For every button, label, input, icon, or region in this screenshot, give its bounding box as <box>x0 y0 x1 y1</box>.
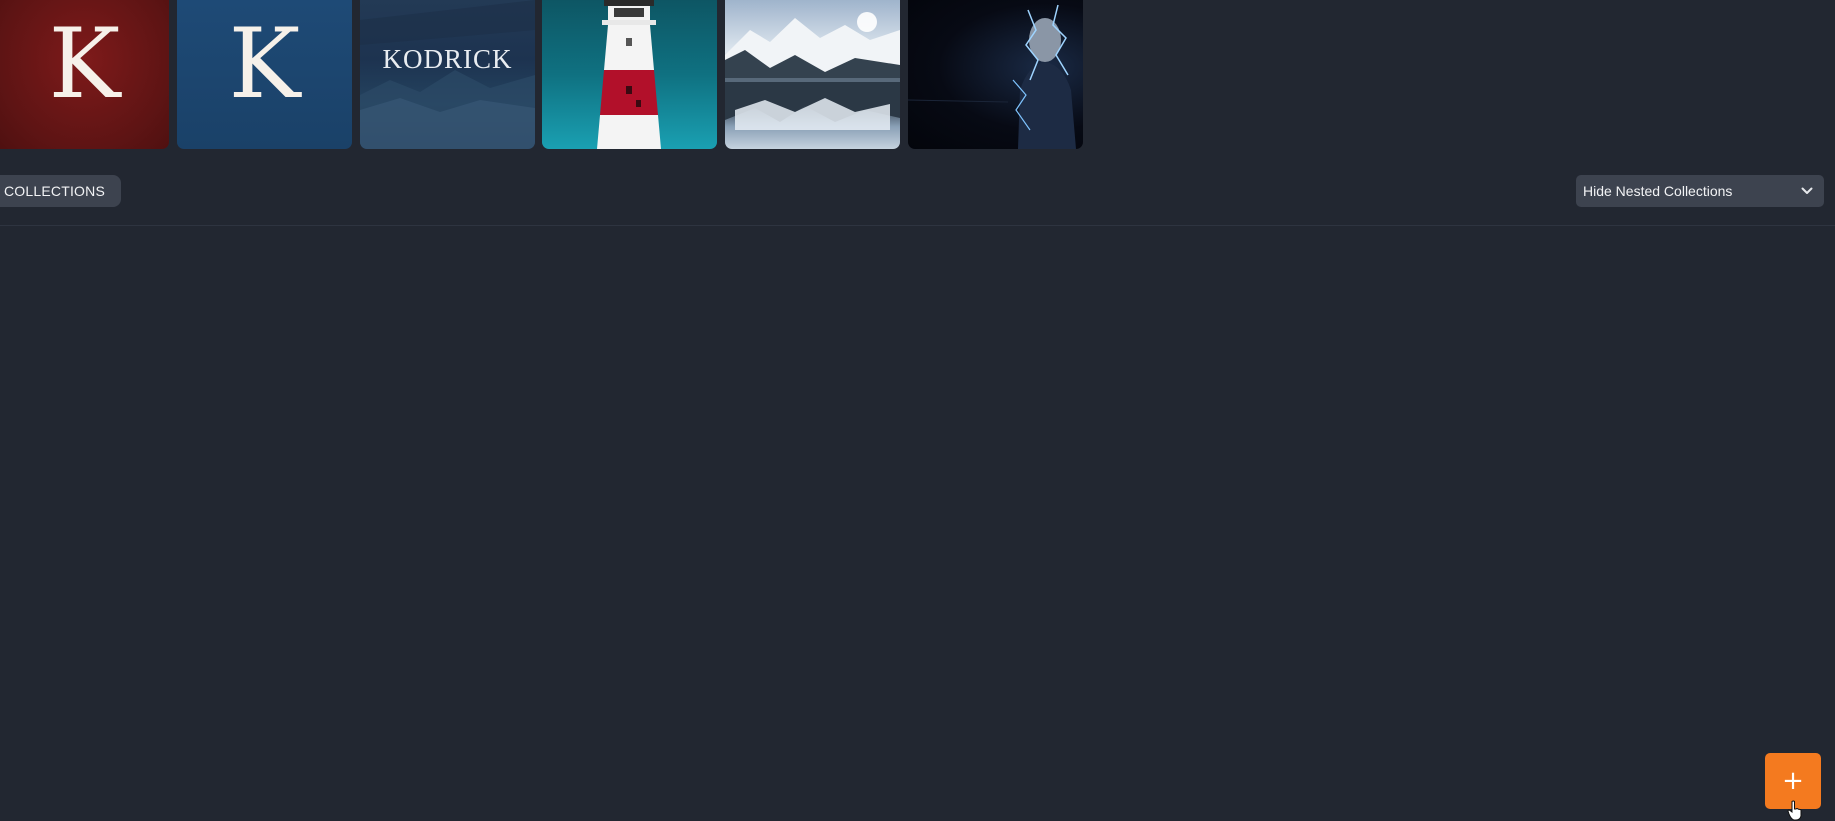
collections-content-area <box>0 226 1835 821</box>
collection-cover-k-red[interactable]: K <box>0 0 169 149</box>
lightning-portrait-image <box>908 4 1076 149</box>
chevron-down-icon <box>1800 184 1814 198</box>
collections-button[interactable]: COLLECTIONS <box>0 175 121 207</box>
cover-wordmark: KODRICK <box>382 44 513 74</box>
lighthouse-image <box>597 0 661 149</box>
cover-monogram: K <box>48 8 121 120</box>
cover-monogram: K <box>228 8 301 120</box>
collection-cover-mountain-lake[interactable] <box>725 0 900 149</box>
collection-cover-k-blue[interactable]: K <box>177 0 352 149</box>
mountain-lake-image <box>725 12 900 130</box>
collection-cover-lighthouse[interactable] <box>542 0 717 149</box>
nested-collections-select-value: Hide Nested Collections <box>1583 183 1733 199</box>
collection-cover-kodrick[interactable]: KODRICK <box>360 0 535 149</box>
nested-collections-select[interactable]: Hide Nested Collections <box>1576 175 1824 207</box>
collection-cover-lightning-portrait[interactable] <box>908 0 1083 149</box>
hand-pointer-icon <box>1787 800 1802 821</box>
